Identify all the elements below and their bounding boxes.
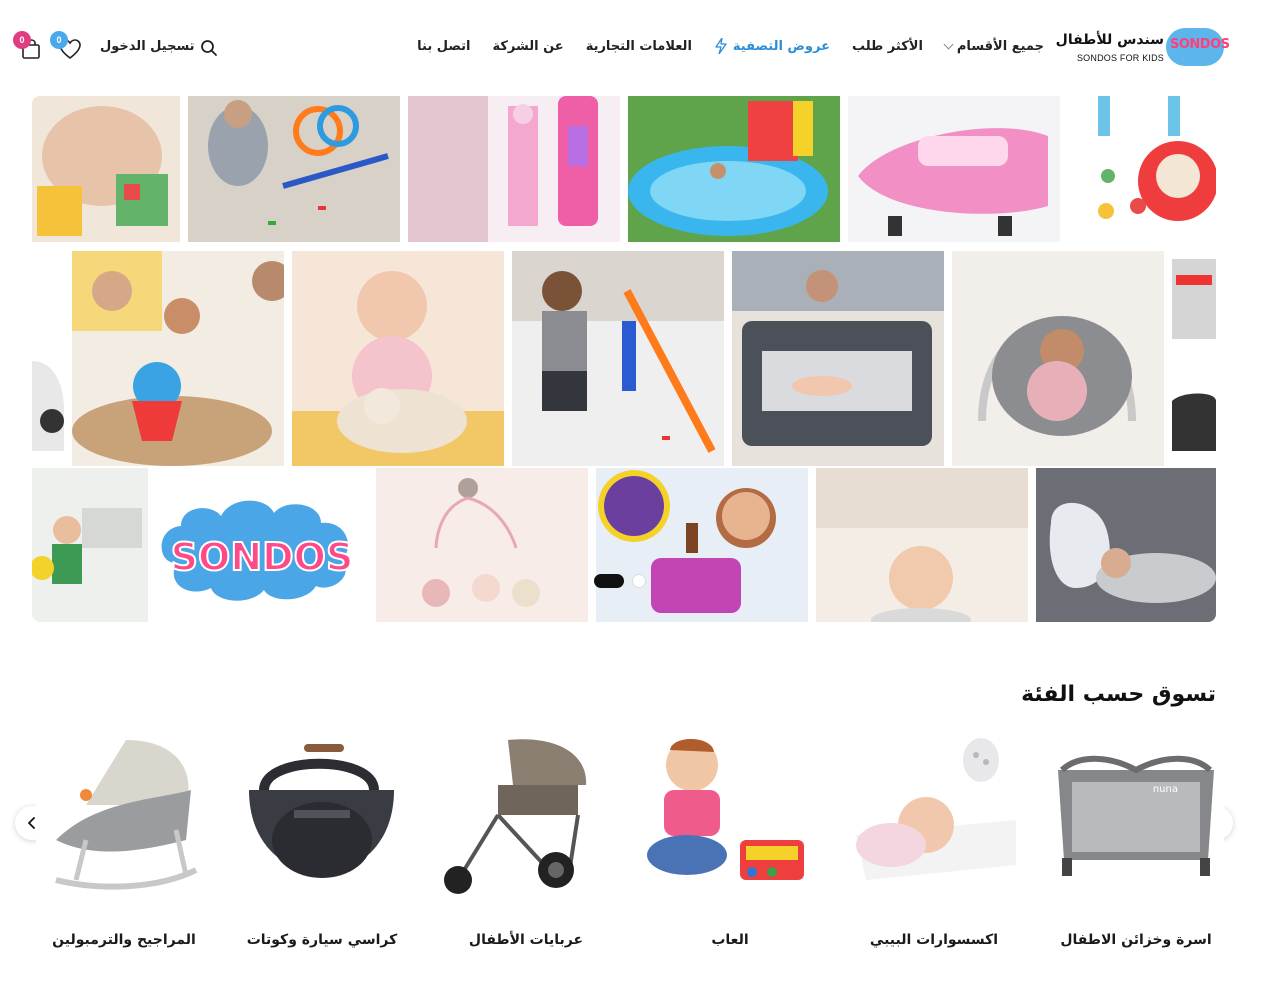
hero-tile-pregnancy-pillow <box>1036 468 1216 622</box>
main-nav: جميع الأقسام الأكثر طلب عروض التصفية الع… <box>417 38 1044 54</box>
site-logo[interactable]: SONDOS سندس للأطفال SONDOS FOR KIDS <box>1056 28 1230 70</box>
category-car-seats[interactable]: كراسي سيارة وكوتات <box>234 730 410 960</box>
shop-by-category-title: تسوق حسب الفئة <box>1021 682 1216 707</box>
hero-dot-1[interactable] <box>632 574 646 588</box>
chevron-down-icon <box>943 39 954 49</box>
nav-all-categories[interactable]: جميع الأقسام <box>943 38 1044 54</box>
hero-image-baby-bouncer <box>952 251 1164 466</box>
sondos-cloud-logo-text: SONDOS <box>171 535 354 579</box>
wishlist-button[interactable]: 0 <box>50 31 82 60</box>
nav-contact-label: اتصل بنا <box>417 38 471 54</box>
category-label: اكسسوارات البيبي <box>869 932 999 948</box>
category-strollers[interactable]: عربايات الأطفال <box>438 730 614 960</box>
bolt-icon <box>715 38 727 54</box>
hero-tile-baby-bouncer <box>952 251 1164 466</box>
hero-tile-sondos-logo: SONDOS <box>156 468 368 622</box>
hero-image-mother-crib <box>732 251 944 466</box>
category-label: كراسي سيارة وكوتات <box>246 932 398 948</box>
hero-image-barbie-jet <box>848 96 1060 242</box>
nav-all-categories-label: جميع الأقسام <box>956 38 1044 54</box>
category-swings-trampolines[interactable]: المراجيح والترمبولين <box>36 730 212 960</box>
search-icon[interactable] <box>200 39 218 57</box>
nav-contact[interactable]: اتصل بنا <box>417 39 470 54</box>
sondos-cloud-logo: SONDOS <box>156 468 368 622</box>
hero-image-barbie-dolls <box>408 96 620 242</box>
hero-image-toddler-walker <box>32 468 148 622</box>
playard-image: nuna <box>1048 730 1224 900</box>
login-link[interactable]: تسجيل الدخول <box>100 39 195 54</box>
hero-tile-girl-play-doh <box>596 468 808 622</box>
svg-text:nuna: nuna <box>1153 784 1178 795</box>
category-toys[interactable]: العاب <box>642 730 818 960</box>
hero-tile-toddler-walker <box>32 468 148 622</box>
hero-image-girl-play-doh <box>596 468 808 622</box>
hero-pagination <box>594 574 646 588</box>
stroller-image <box>438 730 614 900</box>
hero-tile-barbie-dolls <box>408 96 620 242</box>
hero-tile-kids-playing-game <box>72 251 284 466</box>
hero-tile-smiling-baby <box>816 468 1028 622</box>
logo-english-name: SONDOS FOR KIDS <box>1076 53 1164 63</box>
nav-clearance-label: عروض التصفية <box>732 38 830 54</box>
hero-image-baby-activity-table <box>1068 96 1216 242</box>
hero-image-car-edge-left <box>32 251 64 466</box>
baby-rocker-image <box>36 730 212 900</box>
baby-pillow-image <box>846 730 1022 900</box>
hero-tile-car-edge-left <box>32 251 64 466</box>
hero-tile-inflatable-pool <box>628 96 840 242</box>
hero-tile-puzzle-box <box>1172 251 1216 466</box>
logo-mark: SONDOS <box>1166 28 1230 66</box>
nav-clearance-offers[interactable]: عروض التصفية <box>714 38 830 54</box>
hero-image-smiling-baby <box>816 468 1028 622</box>
cart-count-badge: 0 <box>13 31 31 49</box>
hero-tile-baby-activity-table <box>1068 96 1216 242</box>
hero-tile-mother-crib <box>732 251 944 466</box>
category-carousel: nuna اسرة وخزائن الاطفال اكسسوارات البيب… <box>36 730 1244 970</box>
hero-image-puzzle-box <box>1172 251 1216 466</box>
hero-tile-baby-teddy <box>292 251 504 466</box>
nav-brands[interactable]: العلامات التجارية <box>586 39 692 54</box>
site-header: SONDOS سندس للأطفال SONDOS FOR KIDS جميع… <box>0 0 1280 96</box>
category-label: المراجيح والترمبولين <box>52 932 196 948</box>
category-baby-accessories[interactable]: اكسسوارات البيبي <box>846 730 1022 960</box>
toddler-toy-image <box>642 730 818 900</box>
hero-image-inflatable-pool <box>628 96 840 242</box>
hero-image-boy-hot-wheels <box>512 251 724 466</box>
nav-brands-label: العلامات التجارية <box>585 38 692 54</box>
nav-best-sellers[interactable]: الأكثر طلب <box>852 39 923 54</box>
hero-tile-crib-mobile <box>376 468 588 622</box>
hero-image-crib-mobile <box>376 468 588 622</box>
hero-image-baby-teddy <box>292 251 504 466</box>
nav-about-label: عن الشركة <box>492 38 564 54</box>
hero-image-kids-playing-game <box>72 251 284 466</box>
hero-image-boy-racetrack <box>188 96 400 242</box>
category-cribs-dressers[interactable]: nuna اسرة وخزائن الاطفال <box>1048 730 1224 960</box>
hero-image-pregnancy-pillow <box>1036 468 1216 622</box>
category-label: العاب <box>711 932 749 948</box>
nav-best-sellers-label: الأكثر طلب <box>851 38 923 54</box>
hero-tile-boy-racetrack <box>188 96 400 242</box>
category-label: عربايات الأطفال <box>468 932 584 948</box>
category-label: اسرة وخزائن الاطفال <box>1060 932 1212 948</box>
logo-mark-text: SONDOS <box>1170 37 1230 52</box>
hero-tile-boy-hot-wheels <box>512 251 724 466</box>
hero-image-baby-with-blocks <box>32 96 180 242</box>
hero-dot-2-active[interactable] <box>594 574 624 588</box>
logo-arabic-name: سندس للأطفال <box>1055 32 1164 48</box>
hero-tile-baby-with-blocks <box>32 96 180 242</box>
hero-tile-barbie-jet <box>848 96 1060 242</box>
wishlist-count-badge: 0 <box>50 31 68 49</box>
nav-about[interactable]: عن الشركة <box>492 39 563 54</box>
car-seat-image <box>234 730 410 900</box>
hero-collage[interactable]: SONDOS <box>32 96 1216 622</box>
cart-button[interactable]: 0 <box>13 31 42 60</box>
